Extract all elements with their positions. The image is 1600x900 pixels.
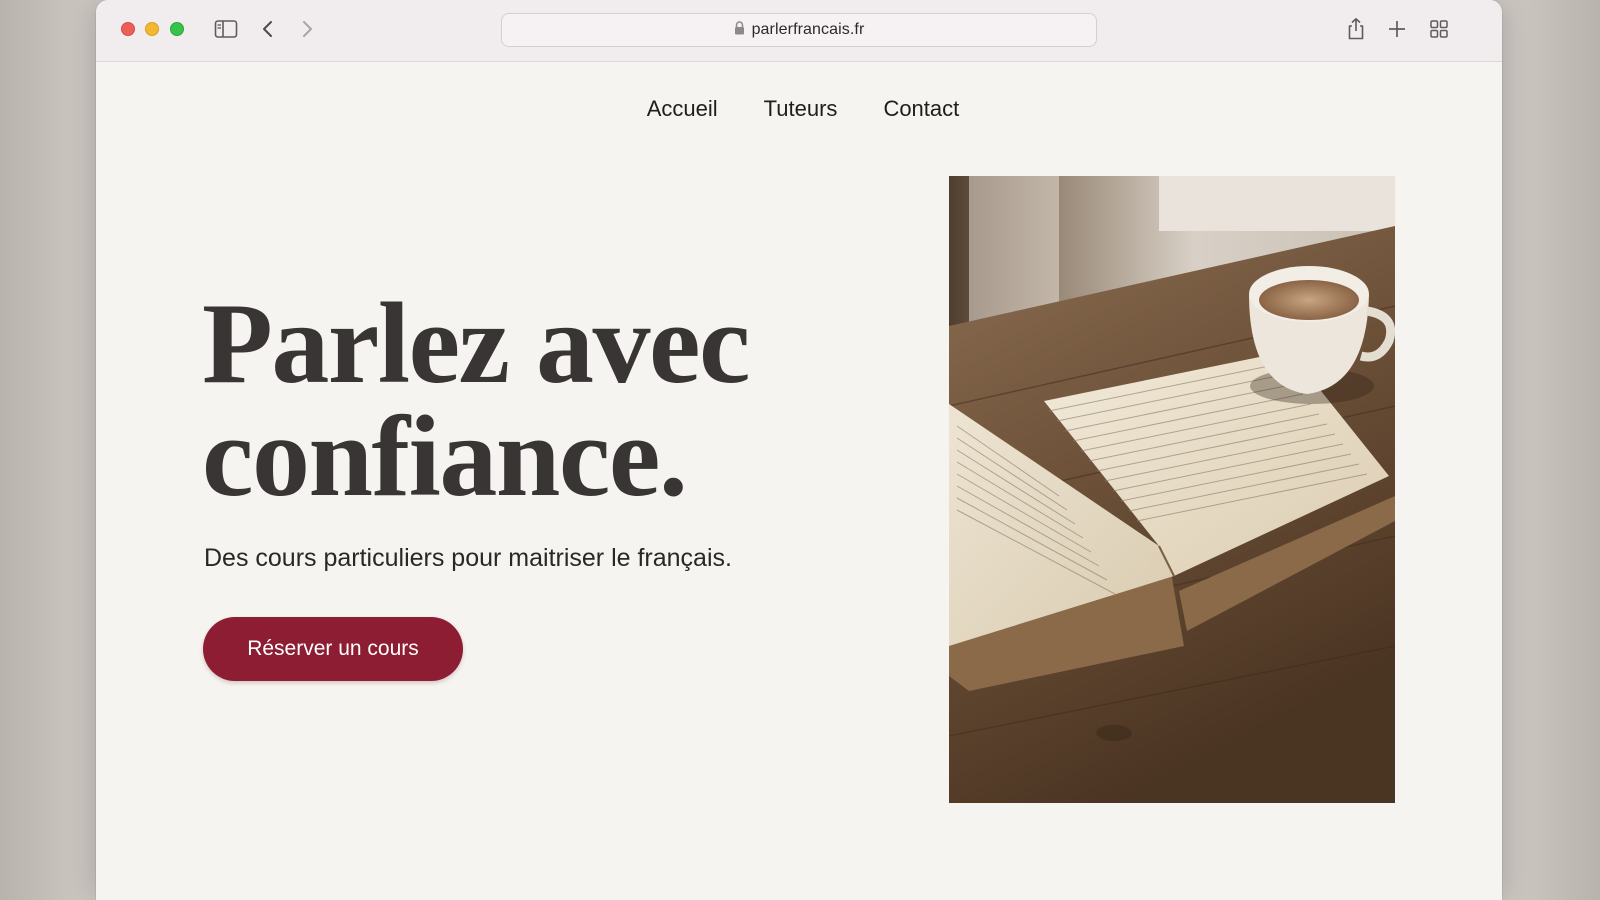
nav-link-contact[interactable]: Contact <box>883 96 959 122</box>
lock-icon <box>734 20 745 40</box>
forward-arrow-icon[interactable] <box>294 16 320 42</box>
address-url: parlerfrancais.fr <box>751 21 865 38</box>
sidebar-icon[interactable] <box>213 16 239 42</box>
nav-link-accueil[interactable]: Accueil <box>647 96 718 122</box>
close-window-button[interactable] <box>121 22 135 36</box>
back-arrow-icon[interactable] <box>255 16 281 42</box>
address-bar[interactable]: parlerfrancais.fr <box>501 13 1097 47</box>
nav-link-tuteurs[interactable]: Tuteurs <box>764 96 838 122</box>
book-lesson-button[interactable]: Réserver un cours <box>203 617 463 681</box>
browser-window: parlerfrancais.fr Accueil Tuteurs Contac… <box>96 0 1502 900</box>
minimize-window-button[interactable] <box>145 22 159 36</box>
new-tab-icon[interactable] <box>1384 16 1410 42</box>
tab-overview-icon[interactable] <box>1426 16 1452 42</box>
zoom-window-button[interactable] <box>170 22 184 36</box>
site-nav: Accueil Tuteurs Contact <box>96 96 1502 122</box>
share-icon[interactable] <box>1343 16 1369 42</box>
hero-subtitle: Des cours particuliers pour maitriser le… <box>204 544 732 572</box>
hero-headline: Parlez avec confiance. <box>202 280 902 521</box>
hero-image-book-coffee <box>949 176 1395 803</box>
hero-headline-line-1: Parlez avec <box>202 280 751 408</box>
hero-headline-line-2: confiance. <box>202 393 688 521</box>
browser-toolbar: parlerfrancais.fr <box>96 0 1502 62</box>
